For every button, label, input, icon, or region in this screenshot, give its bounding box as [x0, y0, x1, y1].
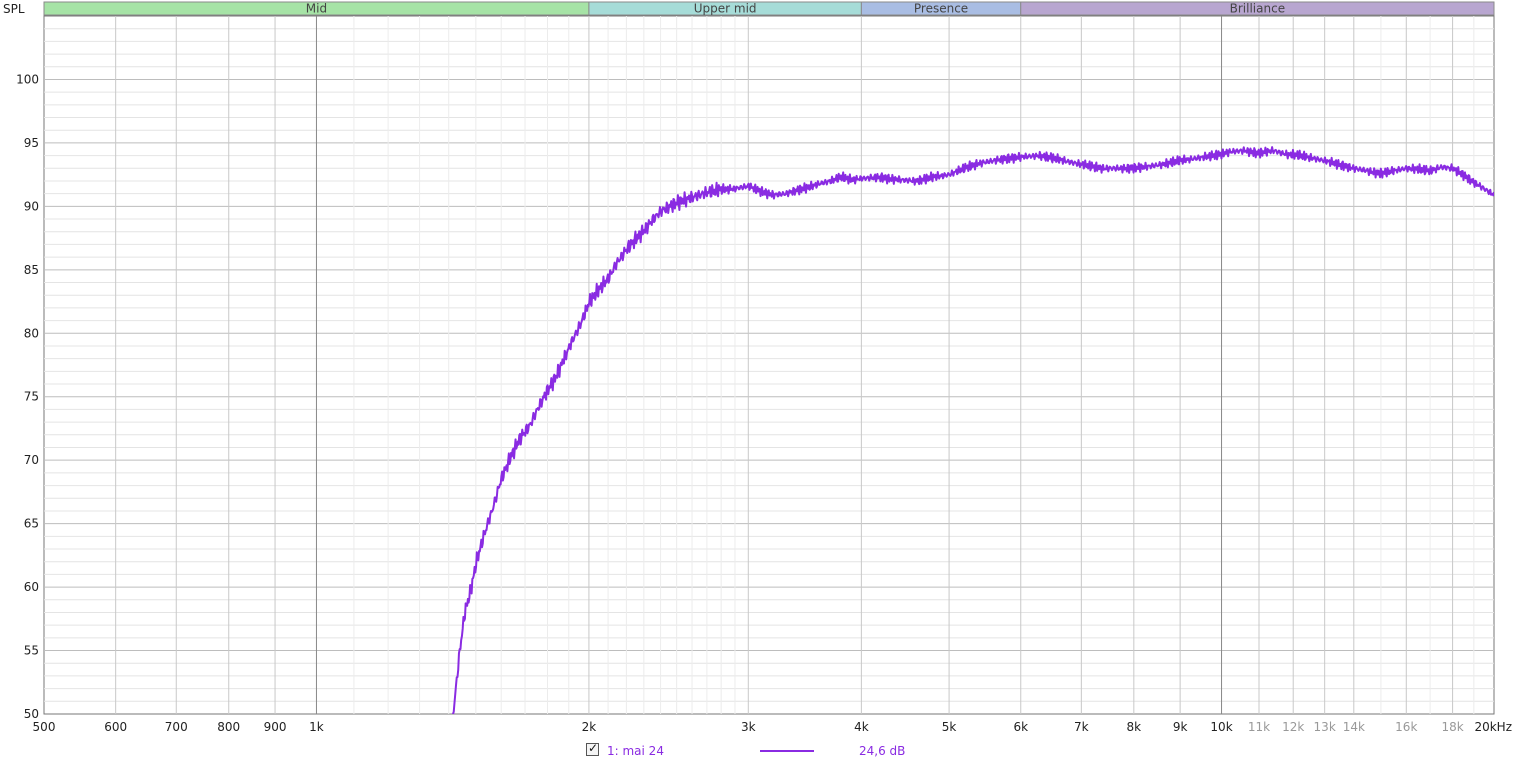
band-label: Presence [914, 2, 968, 16]
y-tick-label: 90 [24, 199, 39, 213]
y-tick-label: 85 [24, 263, 39, 277]
y-tick-label: 75 [24, 390, 39, 404]
frequency-bands: Mid Upper mid Presence Brilliance [43, 1, 1495, 16]
y-tick-label: 95 [24, 136, 39, 150]
legend: 1: mai 24 24,6 dB [586, 741, 986, 760]
x-tick-label: 500 [33, 720, 56, 734]
y-tick-label: 70 [24, 453, 39, 467]
x-tick-label: 16k [1395, 720, 1417, 734]
y-tick-label: 80 [24, 326, 39, 340]
x-tick-label: 700 [165, 720, 188, 734]
x-axis-ticks: 500 600 700 800 900 1k 2k 3k 4k 5k 6k 7k 8k 9k 10k 11k 1… [33, 720, 1512, 734]
x-tick-label: 9k [1173, 720, 1188, 734]
band-label: Brilliance [1230, 2, 1285, 16]
x-tick-label: 8k [1127, 720, 1142, 734]
x-tick-label: 12k [1282, 720, 1304, 734]
legend-line-swatch [760, 750, 814, 752]
x-tick-label: 13k [1314, 720, 1336, 734]
x-tick-label: 7k [1074, 720, 1089, 734]
legend-offset-value: 24,6 dB [859, 744, 906, 758]
frequency-response-chart: Mid Upper mid Presence Brilliance 500 600 700… [3, 1, 1512, 734]
x-tick-label: 3k [741, 720, 756, 734]
y-tick-label: 60 [24, 580, 39, 594]
y-axis-label: SPL [3, 2, 25, 16]
x-tick-label: 10k [1210, 720, 1232, 734]
plot-area [43, 15, 1495, 715]
band-label: Mid [306, 2, 327, 16]
band-label: Upper mid [694, 2, 757, 16]
y-axis-ticks: 50 55 60 65 70 75 80 85 90 95 100 [16, 72, 39, 721]
y-tick-label: 65 [24, 517, 39, 531]
x-tick-label: 14k [1343, 720, 1365, 734]
legend-series-name[interactable]: 1: mai 24 [607, 744, 664, 758]
y-tick-label: 50 [24, 707, 39, 721]
y-tick-label: 55 [24, 644, 39, 658]
x-tick-label: 600 [104, 720, 127, 734]
x-tick-label: 6k [1013, 720, 1028, 734]
series-visibility-checkbox[interactable] [586, 741, 599, 756]
x-tick-label: 900 [264, 720, 287, 734]
x-tick-label: 800 [217, 720, 240, 734]
x-tick-label: 11k [1248, 720, 1270, 734]
x-tick-label: 5k [942, 720, 957, 734]
x-tick-label: 2k [582, 720, 597, 734]
x-tick-label: 4k [854, 720, 869, 734]
x-tick-label: 18k [1441, 720, 1463, 734]
y-tick-label: 100 [16, 72, 39, 86]
x-tick-label: 1k [309, 720, 324, 734]
x-tick-label: 20kHz [1474, 720, 1512, 734]
